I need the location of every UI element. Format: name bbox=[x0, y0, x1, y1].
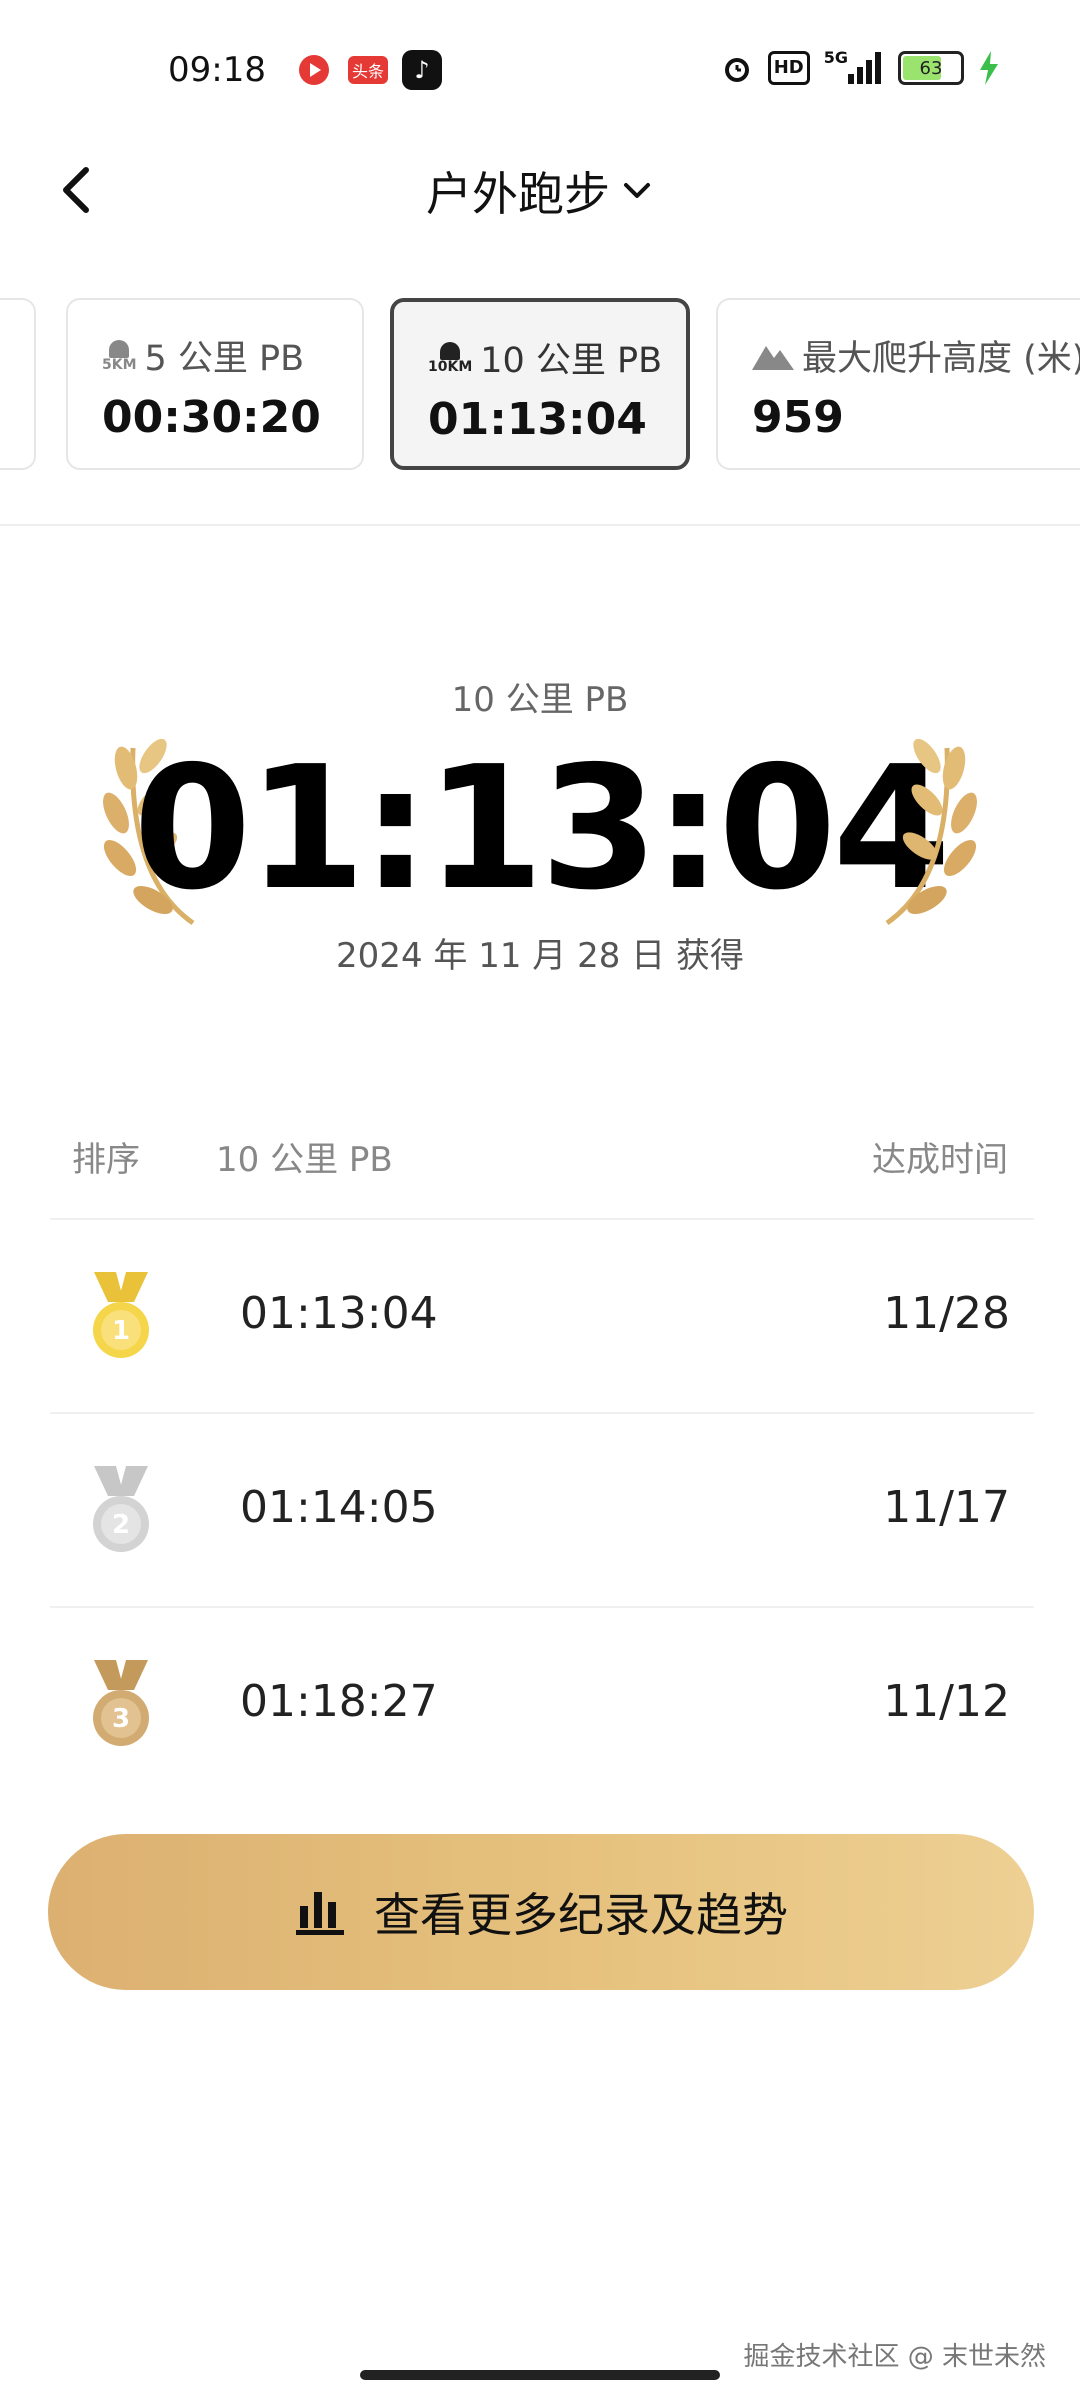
battery-icon: 63 bbox=[898, 51, 964, 85]
cta-label: 查看更多纪录及趋势 bbox=[374, 1888, 788, 1942]
card-label: 5 公里 PB bbox=[144, 339, 305, 379]
charging-icon bbox=[978, 48, 1000, 88]
card-value: 959 bbox=[752, 392, 844, 443]
home-indicator[interactable] bbox=[360, 2370, 720, 2380]
pb-column-header: 10 公里 PB bbox=[216, 1140, 393, 1180]
card-value: 01:13:04 bbox=[428, 394, 647, 445]
rank-column-header: 排序 bbox=[72, 1140, 140, 1180]
rank-time: 01:13:04 bbox=[240, 1288, 438, 1339]
svg-text:3: 3 bbox=[112, 1704, 130, 1734]
status-time: 09:18 bbox=[168, 50, 266, 90]
nav-bar: 户外跑步 bbox=[0, 140, 1080, 250]
card-value: 00:30:20 bbox=[102, 392, 321, 443]
page-title: 户外跑步 bbox=[426, 167, 610, 221]
mountain-icon bbox=[752, 345, 794, 370]
ranking-row[interactable]: 3 01:18:27 11/12 bbox=[50, 1606, 1034, 1800]
pb-cards-carousel[interactable]: 5KM 5 公里 PB 00:30:20 10KM 10 公里 PB 01:13… bbox=[0, 296, 1080, 482]
pb-card-max-climb[interactable]: 最大爬升高度 (米) 959 bbox=[716, 298, 1080, 470]
ranking-row[interactable]: 2 01:14:05 11/17 bbox=[50, 1412, 1034, 1606]
svg-text:1: 1 bbox=[112, 1316, 130, 1346]
ranking-list: 1 01:13:04 11/28 2 01:14:05 11/17 3 01:1… bbox=[50, 1218, 1034, 1800]
signal-icon: 5G bbox=[824, 48, 884, 88]
laurel-right-icon bbox=[885, 738, 977, 926]
pb-card-5km[interactable]: 5KM 5 公里 PB 00:30:20 bbox=[66, 298, 364, 470]
rank-time: 01:18:27 bbox=[240, 1676, 438, 1727]
10km-icon: 10KM bbox=[428, 341, 472, 374]
ranking-row[interactable]: 1 01:13:04 11/28 bbox=[50, 1218, 1034, 1412]
status-app-icons: 头条 ♪ bbox=[294, 50, 442, 90]
hero-achieved-date: 2024 年 11 月 28 日 获得 bbox=[336, 936, 744, 976]
network-label: 5G bbox=[823, 48, 848, 67]
toutiao-app-icon: 头条 bbox=[348, 56, 388, 84]
tiktok-app-icon: ♪ bbox=[402, 50, 442, 90]
status-bar: 09:18 头条 ♪ HD 5G 63 bbox=[0, 0, 1080, 140]
watermark: 掘金技术社区 @ 末世未然 bbox=[743, 2342, 1046, 2372]
alarm-icon bbox=[720, 48, 754, 88]
rank-date: 11/17 bbox=[883, 1482, 1010, 1533]
pb-hero: 10 公里 PB 01:13:04 2024 年 11 月 28 日 获得 bbox=[0, 660, 1080, 990]
rank-date: 11/28 bbox=[883, 1288, 1010, 1339]
hero-subtitle: 10 公里 PB bbox=[451, 680, 629, 720]
record-app-icon bbox=[294, 50, 334, 90]
bar-chart-icon bbox=[296, 1892, 344, 1935]
rank-time: 01:14:05 bbox=[240, 1482, 438, 1533]
card-label: 最大爬升高度 (米) bbox=[802, 339, 1080, 379]
svg-text:2: 2 bbox=[112, 1510, 130, 1540]
silver-medal-icon: 2 bbox=[93, 1466, 149, 1552]
card-label: 10 公里 PB bbox=[480, 341, 663, 381]
date-column-header: 达成时间 bbox=[872, 1140, 1008, 1180]
gold-medal-icon: 1 bbox=[93, 1272, 149, 1358]
rank-date: 11/12 bbox=[883, 1676, 1010, 1727]
5km-icon: 5KM bbox=[102, 339, 137, 372]
chevron-down-icon bbox=[624, 183, 650, 198]
battery-level: 63 bbox=[919, 57, 943, 79]
activity-type-selector[interactable]: 户外跑步 bbox=[0, 158, 1080, 224]
pb-card-10km[interactable]: 10KM 10 公里 PB 01:13:04 bbox=[390, 298, 690, 470]
ranking-header: 排序 10 公里 PB 达成时间 bbox=[0, 1132, 1080, 1192]
bronze-medal-icon: 3 bbox=[93, 1660, 149, 1746]
hd-badge: HD bbox=[767, 51, 810, 85]
divider bbox=[0, 524, 1080, 526]
view-more-records-button[interactable]: 查看更多纪录及趋势 bbox=[48, 1834, 1034, 1990]
status-indicators: HD 5G 63 bbox=[720, 48, 1000, 88]
pb-card-partial[interactable] bbox=[0, 298, 36, 470]
